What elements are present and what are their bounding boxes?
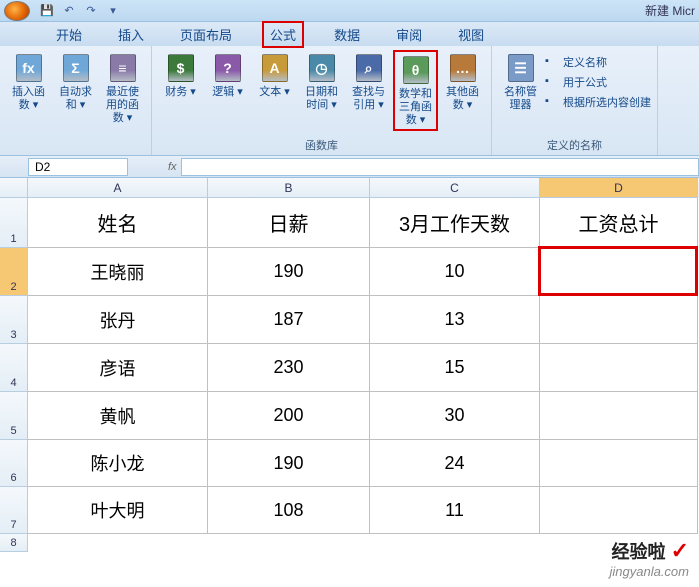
cell-D2[interactable]: [540, 248, 698, 296]
ribbon-btn-文本[interactable]: A文本 ▾: [252, 50, 297, 101]
最近使用的函数-icon: ≡: [107, 52, 139, 84]
col-header-C[interactable]: C: [370, 178, 540, 198]
row-header-4[interactable]: 4: [0, 344, 28, 392]
tab-页面布局[interactable]: 页面布局: [174, 23, 238, 46]
tab-公式[interactable]: 公式: [262, 21, 304, 48]
tab-审阅[interactable]: 审阅: [390, 23, 428, 46]
cell-C7[interactable]: 11: [370, 487, 540, 534]
formula-bar-row: D2 fx: [0, 156, 699, 178]
row-header-2[interactable]: 2: [0, 248, 28, 296]
tab-视图[interactable]: 视图: [452, 23, 490, 46]
tab-插入[interactable]: 插入: [112, 23, 150, 46]
cell-C3[interactable]: 13: [370, 296, 540, 344]
qat-dropdown-icon[interactable]: ▾: [104, 2, 122, 20]
ribbon-btn-逻辑[interactable]: ?逻辑 ▾: [205, 50, 250, 101]
watermark: 经验啦 ✓ jingyanla.com: [610, 538, 690, 579]
cell-A2[interactable]: 王晓丽: [28, 248, 208, 296]
save-icon[interactable]: 💾: [38, 2, 56, 20]
日期和时间-icon: ◷: [306, 52, 338, 84]
tab-开始[interactable]: 开始: [50, 23, 88, 46]
ribbon-btn-其他函数[interactable]: …其他函数 ▾: [440, 50, 485, 114]
cell-B7[interactable]: 108: [208, 487, 370, 534]
cell-C5[interactable]: 30: [370, 392, 540, 440]
cell-C4[interactable]: 15: [370, 344, 540, 392]
插入函数-icon: fx: [13, 52, 45, 84]
cell-D3[interactable]: [540, 296, 698, 344]
cell-B6[interactable]: 190: [208, 440, 370, 487]
自动求和-icon: Σ: [60, 52, 92, 84]
name-box[interactable]: D2: [28, 158, 128, 176]
cell-A7[interactable]: 叶大明: [28, 487, 208, 534]
cell-A6[interactable]: 陈小龙: [28, 440, 208, 487]
row-header-3[interactable]: 3: [0, 296, 28, 344]
quick-access-toolbar: 💾 ↶ ↷ ▾: [4, 0, 124, 21]
ribbon-small-定义名称[interactable]: ▪定义名称: [545, 54, 651, 70]
cell-D6[interactable]: [540, 440, 698, 487]
window-title: 新建 Micr: [645, 2, 695, 19]
ribbon-small-用于公式[interactable]: ▪用于公式: [545, 74, 651, 90]
ribbon-btn-数学和三角函数[interactable]: θ数学和三角函数 ▾: [393, 50, 438, 131]
office-button[interactable]: [4, 1, 30, 21]
cell-D4[interactable]: [540, 344, 698, 392]
row-header-1[interactable]: 1: [0, 198, 28, 248]
ribbon: fx插入函数 ▾Σ自动求和 ▾≡最近使用的函数 ▾$财务 ▾?逻辑 ▾A文本 ▾…: [0, 46, 699, 156]
cell-A3[interactable]: 张丹: [28, 296, 208, 344]
cell-C6[interactable]: 24: [370, 440, 540, 487]
cell-B5[interactable]: 200: [208, 392, 370, 440]
cell-D7[interactable]: [540, 487, 698, 534]
cell-D1[interactable]: 工资总计: [540, 198, 698, 248]
cell-A4[interactable]: 彦语: [28, 344, 208, 392]
逻辑-icon: ?: [212, 52, 244, 84]
row-header-5[interactable]: 5: [0, 392, 28, 440]
ribbon-small-根据所选内容创建[interactable]: ▪根据所选内容创建: [545, 94, 651, 110]
ribbon-tabs: 开始 插入 页面布局 公式 数据 审阅 视图: [0, 22, 699, 46]
name-manager-icon: ☰: [505, 52, 537, 84]
cell-B4[interactable]: 230: [208, 344, 370, 392]
ribbon-group-2: ☰名称管理器▪定义名称▪用于公式▪根据所选内容创建定义的名称: [492, 46, 658, 155]
ribbon-btn-日期和时间[interactable]: ◷日期和时间 ▾: [299, 50, 344, 114]
cell-B3[interactable]: 187: [208, 296, 370, 344]
cell-B1[interactable]: 日薪: [208, 198, 370, 248]
name-manager-button[interactable]: ☰名称管理器: [498, 50, 543, 114]
select-all-corner[interactable]: [0, 178, 28, 198]
cell-A1[interactable]: 姓名: [28, 198, 208, 248]
ribbon-group-1: $财务 ▾?逻辑 ▾A文本 ▾◷日期和时间 ▾⌕查找与引用 ▾θ数学和三角函数 …: [152, 46, 492, 155]
tab-数据[interactable]: 数据: [328, 23, 366, 46]
ribbon-btn-自动求和[interactable]: Σ自动求和 ▾: [53, 50, 98, 114]
ribbon-group-0: fx插入函数 ▾Σ自动求和 ▾≡最近使用的函数 ▾: [0, 46, 152, 155]
fx-icon[interactable]: fx: [168, 161, 177, 173]
col-header-A[interactable]: A: [28, 178, 208, 198]
其他函数-icon: …: [447, 52, 479, 84]
cell-C1[interactable]: 3月工作天数: [370, 198, 540, 248]
titlebar: 💾 ↶ ↷ ▾ 新建 Micr: [0, 0, 699, 22]
ribbon-btn-插入函数[interactable]: fx插入函数 ▾: [6, 50, 51, 114]
row-header-8[interactable]: 8: [0, 534, 28, 552]
redo-icon[interactable]: ↷: [82, 2, 100, 20]
col-header-D[interactable]: D: [540, 178, 698, 198]
cell-B2[interactable]: 190: [208, 248, 370, 296]
col-header-B[interactable]: B: [208, 178, 370, 198]
cell-A5[interactable]: 黄帆: [28, 392, 208, 440]
cell-D5[interactable]: [540, 392, 698, 440]
ribbon-btn-查找与引用[interactable]: ⌕查找与引用 ▾: [346, 50, 391, 114]
worksheet: ABCD12345678姓名日薪3月工作天数工资总计王晓丽19010张丹1871…: [0, 178, 699, 552]
查找与引用-icon: ⌕: [353, 52, 385, 84]
数学和三角函数-icon: θ: [400, 54, 432, 86]
undo-icon[interactable]: ↶: [60, 2, 78, 20]
财务-icon: $: [165, 52, 197, 84]
ribbon-btn-财务[interactable]: $财务 ▾: [158, 50, 203, 101]
formula-bar[interactable]: [181, 158, 699, 176]
row-header-6[interactable]: 6: [0, 440, 28, 487]
文本-icon: A: [259, 52, 291, 84]
ribbon-btn-最近使用的函数[interactable]: ≡最近使用的函数 ▾: [100, 50, 145, 127]
cell-C2[interactable]: 10: [370, 248, 540, 296]
row-header-7[interactable]: 7: [0, 487, 28, 534]
